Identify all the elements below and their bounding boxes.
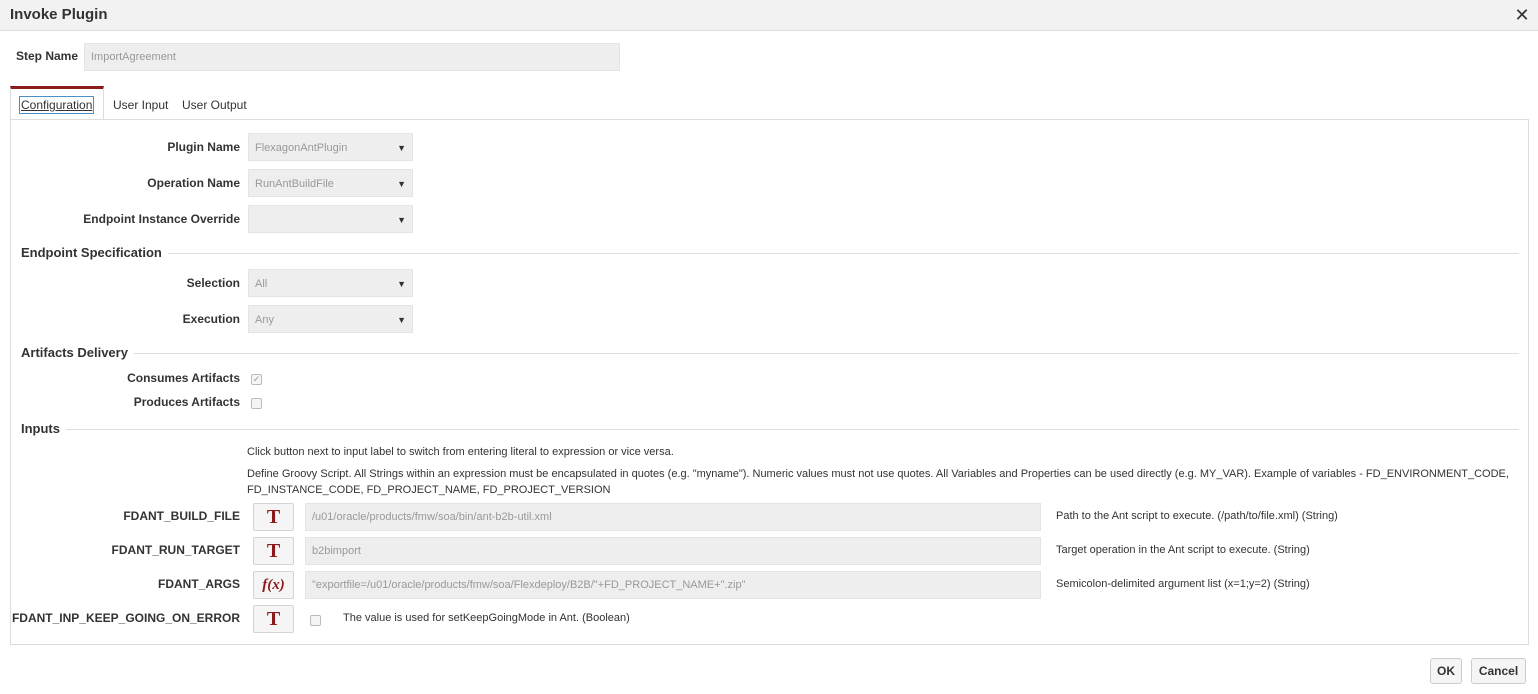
input-description: Semicolon-delimited argument list (x=1;y… <box>1056 578 1310 590</box>
literal-toggle-button[interactable]: T <box>253 605 294 633</box>
section-divider <box>21 429 1519 430</box>
caret-down-icon: ▼ <box>397 315 406 325</box>
selection-label: Selection <box>186 276 240 290</box>
section-divider <box>21 253 1519 254</box>
endpoint-override-label: Endpoint Instance Override <box>83 212 240 226</box>
produces-artifacts-checkbox[interactable] <box>251 398 262 409</box>
build-file-input[interactable] <box>305 503 1041 531</box>
section-divider <box>21 353 1519 354</box>
groovy-help-text: Define Groovy Script. All Strings within… <box>247 468 1509 480</box>
groovy-help-variables: FD_INSTANCE_CODE, FD_PROJECT_NAME, FD_PR… <box>247 484 611 496</box>
operation-name-label: Operation Name <box>147 176 240 190</box>
caret-down-icon: ▼ <box>397 279 406 289</box>
literal-toggle-button[interactable]: T <box>253 537 294 565</box>
input-description: The value is used for setKeepGoingMode i… <box>343 612 630 624</box>
keep-going-checkbox[interactable] <box>310 615 321 626</box>
inputs-help-text: Click button next to input label to swit… <box>247 446 674 458</box>
plugin-name-value: FlexagonAntPlugin <box>255 142 348 154</box>
tab-configuration-label: Configuration <box>19 96 95 114</box>
artifacts-delivery-title: Artifacts Delivery <box>21 345 134 360</box>
step-name-input[interactable] <box>84 43 620 71</box>
dialog-title: Invoke Plugin <box>10 6 108 23</box>
consumes-artifacts-checkbox[interactable]: ✓ <box>251 374 262 385</box>
input-label: FDANT_BUILD_FILE <box>123 509 240 523</box>
endpoint-override-select[interactable]: ▼ <box>248 205 413 233</box>
input-description: Target operation in the Ant script to ex… <box>1056 544 1310 556</box>
endpoint-spec-title: Endpoint Specification <box>21 245 168 260</box>
caret-down-icon: ▼ <box>397 179 406 189</box>
produces-artifacts-label: Produces Artifacts <box>133 395 240 409</box>
close-icon[interactable]: ✕ <box>1511 4 1533 26</box>
tab-user-input[interactable]: User Input <box>105 86 176 120</box>
ok-button[interactable]: OK <box>1430 658 1462 684</box>
execution-select[interactable]: Any ▼ <box>248 305 413 333</box>
cancel-button[interactable]: Cancel <box>1471 658 1526 684</box>
selection-select[interactable]: All ▼ <box>248 269 413 297</box>
caret-down-icon: ▼ <box>397 215 406 225</box>
invoke-plugin-dialog: Invoke Plugin ✕ Step Name Configuration … <box>0 0 1538 694</box>
dialog-titlebar: Invoke Plugin ✕ <box>0 0 1538 31</box>
run-target-input[interactable] <box>305 537 1041 565</box>
input-label: FDANT_INP_KEEP_GOING_ON_ERROR <box>11 611 240 625</box>
literal-toggle-button[interactable]: T <box>253 503 294 531</box>
tab-user-output[interactable]: User Output <box>174 86 255 120</box>
tab-bar: Configuration User Input User Output <box>10 86 1530 120</box>
input-description: Path to the Ant script to execute. (/pat… <box>1056 510 1338 522</box>
plugin-name-select[interactable]: FlexagonAntPlugin ▼ <box>248 133 413 161</box>
selection-value: All <box>255 278 268 290</box>
consumes-artifacts-label: Consumes Artifacts <box>127 371 240 385</box>
input-label: FDANT_ARGS <box>157 577 240 591</box>
operation-name-select[interactable]: RunAntBuildFile ▼ <box>248 169 413 197</box>
configuration-panel: Plugin Name FlexagonAntPlugin ▼ Operatio… <box>10 119 1529 645</box>
plugin-name-label: Plugin Name <box>167 140 240 154</box>
expression-toggle-button[interactable]: f(x) <box>253 571 294 599</box>
execution-label: Execution <box>182 312 240 326</box>
input-label: FDANT_RUN_TARGET <box>111 543 240 557</box>
operation-name-value: RunAntBuildFile <box>255 178 334 190</box>
tab-configuration[interactable]: Configuration <box>10 86 104 120</box>
inputs-title: Inputs <box>21 421 66 436</box>
step-name-label: Step Name <box>16 49 79 63</box>
execution-value: Any <box>255 314 274 326</box>
ant-args-input[interactable] <box>305 571 1041 599</box>
caret-down-icon: ▼ <box>397 143 406 153</box>
